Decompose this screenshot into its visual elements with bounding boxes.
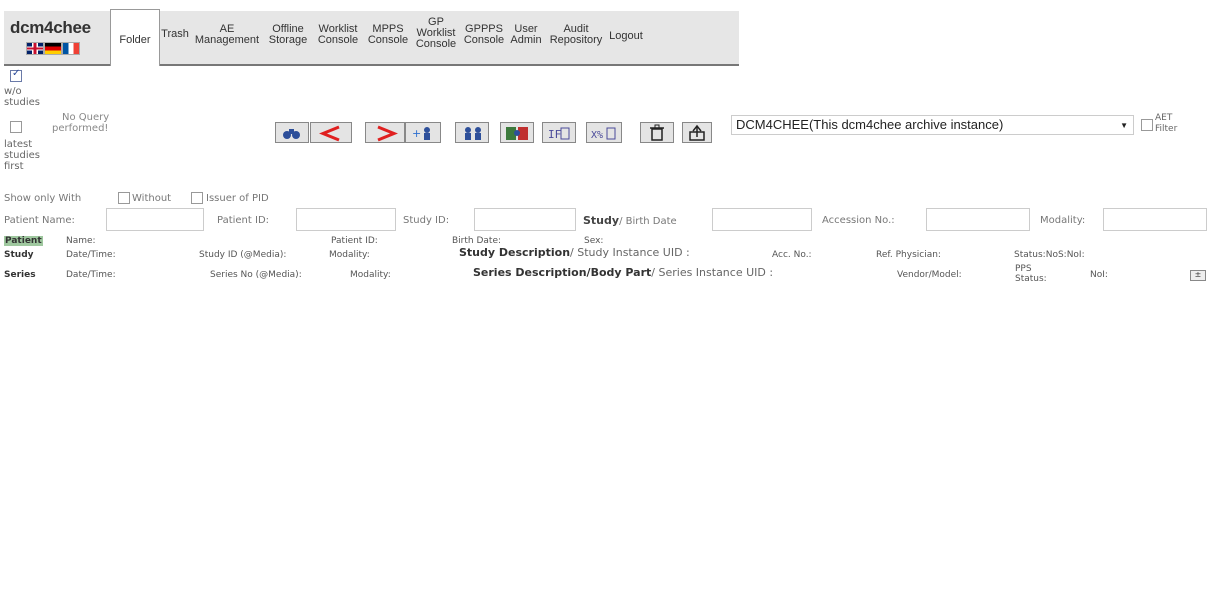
french-flag-icon[interactable] [62,42,80,55]
accession-no-input[interactable] [926,208,1030,231]
svg-text:X%: X% [591,130,603,141]
series-description-header: Series Description/Body Part/ Series Ins… [473,266,774,279]
without-studies-label: w/o studies [4,86,40,108]
next-arrow-icon [377,125,398,142]
svg-text:+: + [412,127,421,140]
tab-trash[interactable]: Trash [160,29,190,40]
study-tag: Study [4,250,34,260]
tab-logout[interactable]: Logout [607,31,645,42]
tab-folder[interactable]: Folder [110,9,160,66]
tab-user-admin[interactable]: User Admin [506,24,546,46]
tab-mpps-console[interactable]: MPPS Console [364,24,412,46]
aet-select[interactable]: DCM4CHEE(This dcm4chee archive instance)… [731,115,1134,135]
pps-status-header: PPS Status: [1015,264,1047,284]
add-patient-icon: + [412,127,430,140]
binoculars-search-icon [283,129,300,139]
patient-name-input[interactable] [106,208,204,231]
study-id-input[interactable] [474,208,576,231]
study-description-header: Study Description/ Study Instance UID : [459,246,690,259]
add-patient-button[interactable]: + [405,122,441,143]
ref-physician-header: Ref. Physician: [876,250,941,260]
patient-name-label: Patient Name: [4,215,75,226]
study-birth-date-input[interactable] [712,208,812,231]
previous-arrow-button[interactable] [310,122,352,143]
tab-ae-management[interactable]: AE Management [193,24,261,46]
sex-header: Sex: [584,236,604,246]
merge-patients-button[interactable] [455,122,489,143]
tab-audit-repository[interactable]: Audit Repository [545,24,607,46]
modality-label: Modality: [1040,215,1086,226]
accession-no-label: Accession No.: [822,215,895,226]
export-study-button[interactable]: IF [542,122,576,143]
study-datetime-header: Date/Time: [66,250,116,260]
move-patients-button[interactable] [500,122,534,143]
series-noi-header: NoI: [1090,270,1108,280]
logo-text: dcm4chee [10,18,91,37]
tab-offline-storage[interactable]: Offline Storage [265,24,311,46]
tab-worklist-console[interactable]: Worklist Console [311,24,365,46]
next-arrow-button[interactable] [365,122,405,143]
study-birth-date-label: Study/ Birth Date [583,214,677,227]
pid-without-checkbox[interactable] [118,192,130,204]
query-status: No Query performed! [52,112,110,134]
logo: dcm4chee [4,11,108,64]
patient-id-header: Patient ID: [331,236,378,246]
series-datetime-header: Date/Time: [66,270,116,280]
latest-studies-first-checkbox[interactable] [10,121,22,133]
delete-trash-button[interactable] [640,122,674,143]
series-no-header: Series No (@Media): [210,270,302,280]
merge-patients-icon [465,127,481,140]
svg-text:IF: IF [548,128,561,141]
expand-collapse-icon[interactable]: ± [1190,270,1206,281]
patient-id-input[interactable] [296,208,396,231]
study-modality-header: Modality: [329,250,370,260]
show-only-label: Show only With [4,193,82,204]
latest-studies-first-label: latest studies first [4,139,40,172]
tab-gppps-console[interactable]: GPPPS Console [460,24,508,46]
chevron-down-icon: ▼ [1120,121,1128,130]
patient-id-label: Patient ID: [217,215,270,226]
birth-date-header: Birth Date: [452,236,502,246]
send-upload-button[interactable] [682,122,712,143]
series-modality-header: Modality: [350,270,391,280]
vendor-model-header: Vendor/Model: [897,270,962,280]
without-label: Without [132,193,172,204]
patient-name-header: Name: [66,236,96,246]
without-studies-checkbox[interactable] [10,68,22,82]
binoculars-search-button[interactable] [275,122,309,143]
study-id-header: Study ID (@Media): [199,250,287,260]
modality-input[interactable] [1103,208,1207,231]
compare-studies-button[interactable]: X% [586,122,622,143]
move-patients-icon [506,127,528,140]
study-status-header: Status:NoS:NoI: [1014,250,1085,260]
send-upload-icon [689,124,705,141]
series-tag: Series [4,270,36,280]
issuer-of-pid-label: Issuer of PID [206,193,269,204]
export-study-icon: IF [548,127,570,141]
study-id-label: Study ID: [403,215,450,226]
compare-studies-icon: X% [591,127,616,141]
delete-trash-icon [650,124,664,141]
aet-filter-label: AET Filter [1155,113,1178,134]
tab-gp-worklist-console[interactable]: GP Worklist Console [413,17,459,50]
uk-flag-icon[interactable] [26,42,44,55]
aet-filter-checkbox[interactable] [1141,119,1153,131]
acc-no-header: Acc. No.: [772,250,812,260]
previous-arrow-icon [319,125,340,142]
issuer-of-pid-checkbox[interactable] [191,192,203,204]
top-navigation: dcm4chee Folder Trash AE Management Offl… [4,9,739,66]
german-flag-icon[interactable] [44,42,62,55]
patient-tag: Patient [4,236,43,246]
